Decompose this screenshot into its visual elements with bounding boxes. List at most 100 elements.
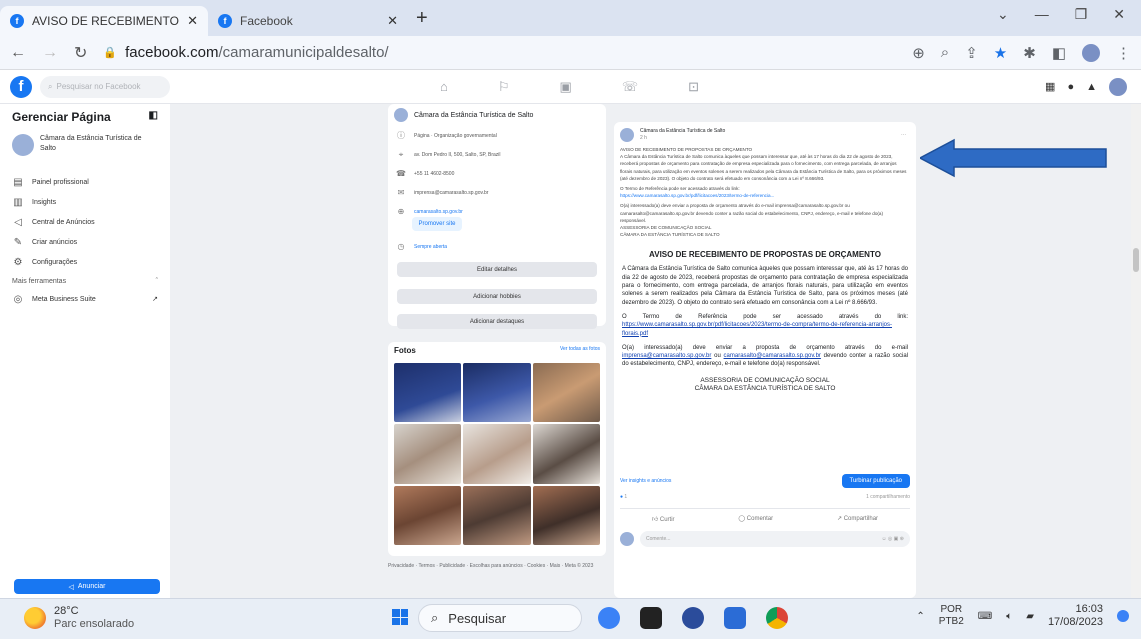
tab-aviso[interactable]: f AVISO DE RECEBIMENTO DE PRO ✕ [0,6,208,36]
weather-condition: Parc ensolarado [54,618,135,630]
menu-dots-icon[interactable]: ⋮ [1116,44,1131,62]
comment-button[interactable]: ◯ Comentar [738,515,773,523]
url-field[interactable]: 🔒 facebook.com/camaramunicipaldesalto/ [103,44,896,61]
close-tab-icon[interactable]: ✕ [187,13,198,29]
profile-avatar[interactable] [1082,43,1100,62]
more-tools-label: Mais ferramentas [12,278,67,285]
chevron-up-icon[interactable]: ˆ [156,278,158,285]
share-button[interactable]: ↗ Compartilhar [837,515,878,523]
minimize-button[interactable]: — [1035,6,1049,23]
taskbar-search[interactable]: ⌕ Pesquisar [418,604,582,632]
restore-button[interactable]: ❐ [1075,6,1088,23]
sidepanel-icon[interactable]: ◧ [1052,44,1066,62]
photos-title: Fotos [394,346,416,355]
sidebar-item-criar-anuncios[interactable]: ✎ Criar anúncios [12,232,158,252]
groups-icon[interactable]: ⊡ [688,79,699,95]
back-button[interactable]: ← [10,44,26,62]
zoom-icon[interactable]: ⌕ [941,44,949,61]
apps-grid-icon[interactable]: ▦ [1045,80,1055,93]
notifications-icon[interactable] [1117,610,1129,622]
install-icon[interactable]: ⊕ [912,44,925,62]
file-explorer-icon[interactable] [640,607,662,629]
post-image-document[interactable]: AVISO DE RECEBIMENTO DE PROPOSTAS DE ORÇ… [622,250,908,450]
sidebar-item-painel[interactable]: ▤ Painel profissional [12,172,158,192]
close-window-button[interactable]: ✕ [1113,6,1125,23]
page-scrollbar[interactable] [1131,104,1141,598]
windows-start-icon[interactable] [392,609,408,625]
document-paragraph: O Termo de Referência pode ser acessado … [622,313,908,337]
tab-title: Facebook [240,14,293,28]
photo-thumbnail[interactable] [394,485,462,545]
comment-icon: ◯ [738,516,746,523]
insights-icon: ▥ [13,196,23,208]
intro-email: imprensa@camarasalto.sp.gov.br [414,189,489,196]
reactions-count[interactable]: ● 1 [620,494,627,500]
teams-icon[interactable] [682,607,704,629]
pages-icon[interactable]: ▣ [560,79,572,95]
photo-thumbnail[interactable] [463,363,531,423]
facebook-search-input[interactable]: ⌕ Pesquisar no Facebook [40,75,170,98]
like-button[interactable]: 👍︎ Curtir [652,515,675,523]
close-tab-icon[interactable]: ✕ [387,13,398,29]
messenger-icon[interactable]: ● [1067,81,1074,93]
scrollbar-thumb[interactable] [1133,248,1139,272]
ads-icon[interactable]: ☏ [622,79,638,95]
chevron-down-icon[interactable]: ⌄ [997,6,1009,23]
sidebar-item-insights[interactable]: ▥ Insights [12,192,158,212]
clock[interactable]: 16:03 17/08/2023 [1048,603,1103,629]
post-link[interactable]: https://www.camarasalto.sp.gov.br/pdf/li… [620,192,910,199]
new-tab-button[interactable]: + [416,7,428,30]
post-time[interactable]: 2 h [640,135,725,142]
sidebar-item-meta-business[interactable]: ◎ Meta Business Suite ↗ [12,289,158,309]
network-icon[interactable]: ⌨ [978,611,992,622]
promote-button-label: Anunciar [77,583,106,590]
collapse-sidebar-icon[interactable]: ◧ [149,110,158,124]
sidebar-page-switcher[interactable]: Câmara da Estância Turística de Salto [12,134,158,156]
boost-post-button[interactable]: Turbinar publicação [841,474,910,489]
footer-links[interactable]: Privacidade · Termos · Publicidade · Esc… [388,562,606,570]
sidebar-item-central-anuncios[interactable]: ◁ Central de Anúncios [12,212,158,232]
share-icon[interactable]: ⇪ [965,44,978,62]
sidebar-item-configuracoes[interactable]: ⚙ Configurações [12,252,158,272]
promote-button[interactable]: ◁ Anunciar [14,579,160,594]
photo-thumbnail[interactable] [463,424,531,484]
volume-icon[interactable]: 🔈︎ [1006,611,1012,622]
word-icon[interactable] [724,607,746,629]
forward-button[interactable]: → [42,44,58,62]
see-all-photos-link[interactable]: Ver todas as fotos [560,346,600,355]
comment-input[interactable]: Comente... ☺ ◎ ▣ ⊛ [640,531,910,548]
photo-thumbnail[interactable] [463,485,531,545]
photo-thumbnail[interactable] [532,485,600,545]
sidebar-item-label: Configurações [32,258,78,266]
bookmark-star-icon[interactable]: ★ [994,44,1007,62]
shares-count[interactable]: 1 compartilhamento [866,494,910,500]
flag-icon[interactable]: ⚐ [498,79,510,95]
extensions-icon[interactable]: ✱ [1023,44,1036,62]
post-author[interactable]: Câmara da Estância Turística de Salto [640,128,725,135]
reload-button[interactable]: ↻ [74,43,87,63]
tab-facebook[interactable]: f Facebook ✕ [208,6,408,36]
insights-link[interactable]: Ver insights e anúncios [620,478,671,484]
facebook-logo-icon[interactable]: f [10,75,32,98]
add-hobbies-button[interactable]: Adicionar hobbies [397,289,597,304]
photo-thumbnail[interactable] [532,424,600,484]
weather-widget[interactable]: 28°C Parc ensolarado [24,605,134,631]
chrome-icon[interactable] [766,607,788,629]
meet-app-icon[interactable] [598,607,620,629]
facebook-icon: f [218,14,232,28]
add-featured-button[interactable]: Adicionar destaques [397,314,597,329]
language-indicator[interactable]: POR PTB2 [939,604,964,628]
chevron-up-icon[interactable]: ⌃ [916,611,924,622]
intro-website[interactable]: camarasalto.sp.gov.br [414,209,463,215]
edit-details-button[interactable]: Editar detalhes [397,262,597,277]
account-avatar[interactable] [1109,77,1127,96]
home-icon[interactable]: ⌂ [440,79,448,95]
photo-thumbnail[interactable] [394,424,462,484]
battery-icon[interactable]: ▰ [1026,611,1034,622]
photo-thumbnail[interactable] [532,363,600,423]
promote-site-button[interactable]: Promover site [412,217,462,231]
comment-tools-icon[interactable]: ☺ ◎ ▣ ⊛ [881,536,904,542]
more-options-icon[interactable]: ··· [901,132,906,138]
notifications-bell-icon[interactable]: ▲ [1086,81,1097,93]
photo-thumbnail[interactable] [394,363,462,423]
